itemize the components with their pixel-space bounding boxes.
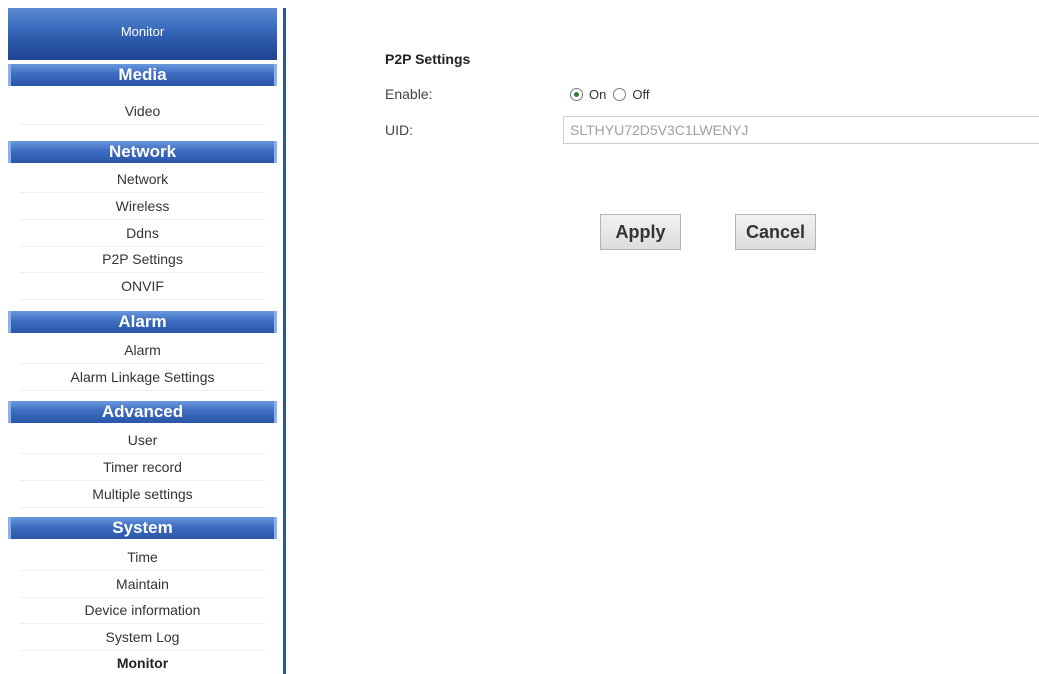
- uid-field[interactable]: [563, 116, 1039, 144]
- sidebar-item-monitor[interactable]: Monitor: [20, 650, 265, 674]
- section-header-advanced: Advanced: [8, 401, 277, 423]
- section-header-system: System: [8, 517, 277, 539]
- section-header-media: Media: [8, 64, 277, 86]
- sidebar-item-p2p-settings[interactable]: P2P Settings: [20, 246, 265, 273]
- section-header-network: Network: [8, 141, 277, 163]
- enable-off-radio[interactable]: [613, 87, 627, 101]
- sidebar-item-maintain[interactable]: Maintain: [20, 571, 265, 598]
- enable-on-radio[interactable]: [570, 87, 583, 101]
- sidebar-item-timer-record[interactable]: Timer record: [20, 454, 265, 481]
- sidebar-item-video[interactable]: Video: [20, 98, 265, 125]
- uid-label: UID:: [385, 122, 413, 138]
- cancel-button[interactable]: Cancel: [735, 214, 816, 250]
- enable-radio-group: On Off: [570, 84, 656, 104]
- apply-button[interactable]: Apply: [600, 214, 681, 250]
- sidebar-item-alarm-linkage-settings[interactable]: Alarm Linkage Settings: [20, 364, 265, 391]
- enable-off-label[interactable]: Off: [632, 87, 649, 102]
- tab-monitor[interactable]: Monitor: [8, 8, 277, 60]
- sidebar-item-multiple-settings[interactable]: Multiple settings: [20, 481, 265, 508]
- sidebar-item-time[interactable]: Time: [20, 544, 265, 571]
- sidebar-item-alarm[interactable]: Alarm: [20, 337, 265, 364]
- enable-label: Enable:: [385, 86, 433, 102]
- sidebar-item-onvif[interactable]: ONVIF: [20, 273, 265, 300]
- main-content: P2P Settings Enable: On Off UID: Apply C…: [286, 0, 1039, 674]
- sidebar-item-device-information[interactable]: Device information: [20, 597, 265, 624]
- sidebar-item-ddns[interactable]: Ddns: [20, 220, 265, 247]
- sidebar-item-network[interactable]: Network: [20, 166, 265, 193]
- section-header-alarm: Alarm: [8, 311, 277, 333]
- enable-on-label[interactable]: On: [589, 87, 606, 102]
- sidebar-item-system-log[interactable]: System Log: [20, 624, 265, 651]
- sidebar: Monitor Media Video Network Network Wire…: [0, 0, 283, 674]
- page-title: P2P Settings: [385, 51, 471, 67]
- sidebar-item-user[interactable]: User: [20, 427, 265, 454]
- app-window: Monitor Media Video Network Network Wire…: [0, 0, 1039, 674]
- sidebar-item-wireless[interactable]: Wireless: [20, 193, 265, 220]
